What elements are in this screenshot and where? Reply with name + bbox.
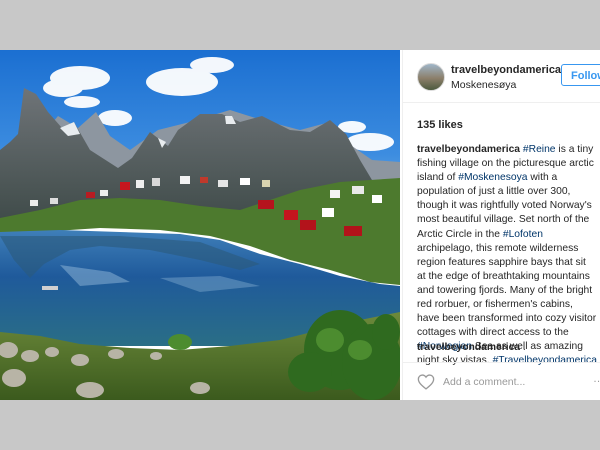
comment-item: travelbeyondamerica . <box>417 342 597 356</box>
comment-text: . <box>522 342 526 353</box>
location-link[interactable]: Moskenesøya <box>451 78 561 92</box>
post-caption: travelbeyondamerica #Reine is a tiny fis… <box>417 143 597 369</box>
add-comment-input[interactable] <box>441 371 595 393</box>
post-header: travelbeyondamerica Moskenesøya Follow <box>403 50 600 103</box>
landscape-image <box>0 50 400 400</box>
heart-icon[interactable] <box>417 374 435 390</box>
likes-count[interactable]: 135 likes <box>417 119 463 131</box>
username-link[interactable]: travelbeyondamerica <box>451 64 561 77</box>
follow-button[interactable]: Follow <box>561 64 600 86</box>
post-photo[interactable] <box>0 50 400 400</box>
post-frame: travelbeyondamerica Moskenesøya Follow 1… <box>0 50 600 400</box>
more-options-icon[interactable]: … <box>593 373 600 385</box>
comment-author-link[interactable]: travelbeyondamerica <box>417 342 520 353</box>
avatar[interactable] <box>417 63 445 91</box>
post-side-panel: travelbeyondamerica Moskenesøya Follow 1… <box>402 50 600 400</box>
caption-text: archipelago, this remote wilderness regi… <box>417 242 597 339</box>
hashtag-link[interactable]: #Lofoten <box>503 229 543 240</box>
hashtag-link[interactable]: #Reine <box>523 144 556 155</box>
user-info: travelbeyondamerica Moskenesøya <box>451 64 561 92</box>
hashtag-link[interactable]: #Moskenesoya <box>458 172 527 183</box>
caption-author-link[interactable]: travelbeyondamerica <box>417 144 520 155</box>
post-footer: … <box>403 362 600 400</box>
